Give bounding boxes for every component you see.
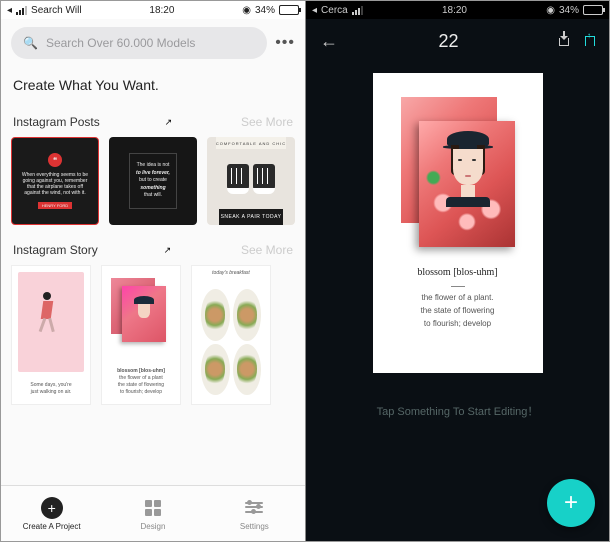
back-glyph: ◂	[7, 5, 12, 16]
card-top-label: COMFORTABLE AND CHIC	[216, 137, 286, 149]
battery-icon	[279, 5, 299, 15]
tab-bar: + Create A Project Design Settings	[1, 485, 305, 541]
card-cap: Some days, you're	[16, 382, 86, 389]
tab-label: Create A Project	[23, 522, 81, 531]
posts-carousel[interactable]: ❝ When everything seems to be going agai…	[1, 137, 305, 239]
download-button[interactable]	[559, 33, 569, 49]
tab-settings[interactable]: Settings	[204, 486, 305, 541]
card-cap: the state of flowering	[106, 382, 176, 389]
download-icon	[559, 38, 569, 46]
clock: 18:20	[442, 5, 467, 16]
poster-artwork[interactable]	[401, 97, 515, 247]
carrier-label: Search Will	[31, 5, 82, 16]
page-count: 22	[438, 31, 458, 52]
share-button[interactable]	[585, 33, 595, 49]
shoe-illustration	[253, 164, 275, 194]
back-button[interactable]: ←	[320, 31, 338, 52]
editor-hint-text: Tap Something To Start Editing！	[306, 403, 609, 419]
status-bar: ◂ Search Will 18:20 ◉ 34%	[1, 1, 305, 19]
template-card[interactable]: blossom [blos-uhm] the flower of a plant…	[101, 265, 181, 405]
more-button[interactable]: •••	[275, 34, 295, 52]
card-tag: HENRY FORD	[38, 202, 72, 209]
template-card[interactable]: today's breakfast	[191, 265, 271, 405]
grid-icon	[145, 500, 161, 516]
signal-icon	[352, 6, 363, 15]
card-cap: just walking on air.	[16, 389, 86, 396]
card-line: to live forever,	[136, 170, 170, 176]
food-illustration	[198, 286, 264, 398]
tab-label: Design	[141, 522, 166, 531]
tab-create-project[interactable]: + Create A Project	[1, 486, 102, 541]
editor-canvas[interactable]: blossom [blos-uhm] the flower of a plant…	[373, 73, 543, 373]
search-placeholder: Search Over 60.000 Models	[46, 36, 195, 50]
status-bar: ◂ Cerca 18:20 ◉ 34%	[306, 1, 609, 19]
add-fab-button[interactable]: +	[547, 479, 595, 527]
tab-label: Settings	[240, 522, 269, 531]
carrier-label: Cerca	[321, 5, 348, 16]
card-cap: the flower of a plant	[106, 375, 176, 382]
battery-percent: 34%	[559, 5, 579, 16]
battery-percent: 34%	[255, 5, 275, 16]
model-illustration	[443, 131, 493, 201]
template-card[interactable]: Some days, you're just walking on air.	[11, 265, 91, 405]
caption-line: the flower of a plant.	[417, 292, 497, 305]
battery-icon	[583, 5, 603, 15]
card-head: today's breakfast	[192, 266, 270, 280]
plus-icon: +	[564, 489, 578, 517]
card-line: The idea is not	[136, 162, 170, 170]
section-title-story: Instagram Story	[13, 243, 98, 257]
page-headline: Create What You Want.	[1, 67, 305, 111]
card-line: something	[140, 185, 165, 191]
shoe-illustration	[227, 164, 249, 194]
template-card[interactable]: COMFORTABLE AND CHIC SNEAK A PAIR TODAY	[207, 137, 295, 225]
search-input[interactable]: 🔍 Search Over 60.000 Models	[11, 27, 267, 59]
caption-line: the state of flowering	[417, 305, 497, 318]
person-illustration	[38, 292, 56, 332]
tab-design[interactable]: Design	[102, 486, 203, 541]
card-cap: to flourish; develop	[106, 389, 176, 396]
editor-screen: ◂ Cerca 18:20 ◉ 34% ← 22	[306, 1, 609, 541]
card-line: but to create	[136, 177, 170, 185]
caption-title: blossom [blos-uhm]	[417, 265, 497, 281]
quote-icon: ❝	[48, 153, 62, 167]
share-icon	[585, 36, 595, 46]
search-icon: 🔍	[23, 36, 38, 50]
card-bottom-label: SNEAK A PAIR TODAY	[219, 209, 284, 225]
divider	[451, 286, 465, 287]
card-cap-title: blossom [blos-uhm]	[106, 368, 176, 375]
see-more-posts[interactable]: See More	[241, 115, 293, 129]
section-title-posts: Instagram Posts	[13, 115, 100, 129]
caption-line: to flourish; develop	[417, 318, 497, 331]
card-text: When everything seems to be going agains…	[20, 172, 90, 196]
browse-screen: ◂ Search Will 18:20 ◉ 34% 🔍 Search Over …	[1, 1, 306, 541]
clock: 18:20	[149, 5, 174, 16]
battery-icon-glyph: ◉	[546, 5, 555, 16]
template-card[interactable]: The idea is not to live forever, but to …	[109, 137, 197, 225]
signal-icon	[16, 6, 27, 15]
story-carousel[interactable]: Some days, you're just walking on air. b…	[1, 265, 305, 419]
poster-illustration	[108, 272, 174, 358]
template-card[interactable]: ❝ When everything seems to be going agai…	[11, 137, 99, 225]
card-line: that will.	[136, 192, 170, 200]
poster-caption[interactable]: blossom [blos-uhm] the flower of a plant…	[417, 265, 497, 330]
sliders-icon	[245, 501, 263, 515]
back-glyph: ◂	[312, 5, 317, 16]
battery-icon-glyph: ◉	[242, 5, 251, 16]
see-more-story[interactable]: See More	[241, 243, 293, 257]
plus-circle-icon: +	[41, 497, 63, 519]
